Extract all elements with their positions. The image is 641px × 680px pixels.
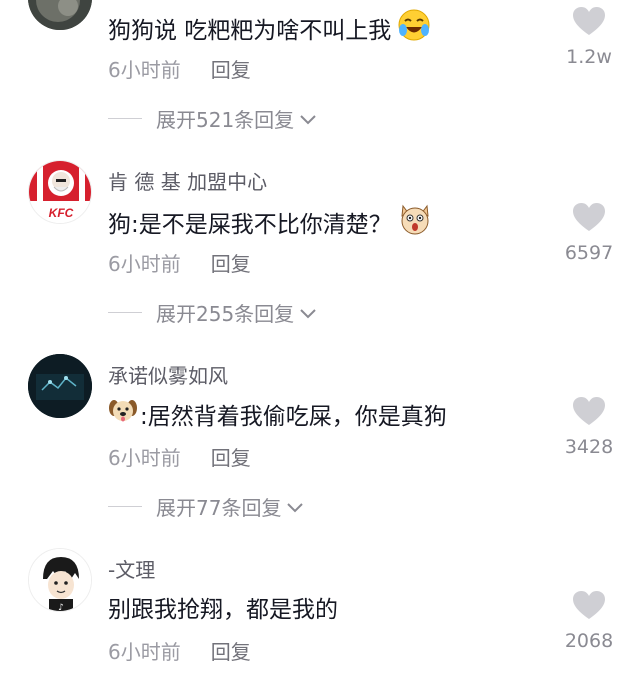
like-button[interactable]: 1.2w [559,6,619,68]
timestamp: 6小时前 [108,58,181,82]
reply-button[interactable]: 回复 [211,640,251,664]
heart-icon [573,397,605,425]
avatar[interactable] [28,354,92,418]
expand-replies-button[interactable]: 展开77条回复 [108,492,305,521]
like-button[interactable]: 6597 [559,202,619,264]
comment-meta: 6小时前 回复 [108,636,251,665]
expand-replies-button[interactable]: 展开255条回复 [108,298,318,327]
timestamp: 6小时前 [108,252,181,276]
avatar-image: ♪ [29,549,91,612]
chevron-down-icon [300,308,316,318]
comment-meta: 6小时前 回复 [108,248,251,277]
username[interactable]: 肯 德 基 加盟中心 [108,166,267,195]
avatar[interactable]: ♪ [28,548,92,612]
avatar[interactable]: KFC [28,160,92,224]
heart-icon [573,591,605,619]
dog-face-emoji-icon [108,396,138,432]
comment-text: 狗:是不是屎我不比你清楚？ [108,202,432,242]
timestamp: 6小时前 [108,446,181,470]
heart-icon [573,203,605,231]
like-count: 6597 [564,242,614,264]
like-count: 3428 [564,436,614,458]
avatar-image [28,354,92,418]
like-count: 2068 [564,630,614,652]
username[interactable]: 承诺似雾如风 [108,360,228,389]
username[interactable]: -文理 [108,554,155,583]
kfc-logo-icon: KFC [29,161,91,223]
like-button[interactable]: 3428 [559,396,619,458]
shocked-dog-emoji-icon [398,202,432,242]
like-button[interactable]: 2068 [559,590,619,652]
avatar-image [28,0,92,30]
laughing-crying-emoji-icon [397,8,431,48]
avatar[interactable] [28,0,92,30]
comment-text: :居然背着我偷吃屎，你是真狗 [108,396,447,432]
comment-text: 狗狗说 吃粑粑为啥不叫上我 [108,8,431,48]
heart-icon [573,7,605,35]
reply-button[interactable]: 回复 [211,58,251,82]
divider-line [108,118,142,119]
like-count: 1.2w [566,46,612,68]
svg-text:KFC: KFC [49,206,74,220]
reply-button[interactable]: 回复 [211,252,251,276]
chevron-down-icon [300,114,316,124]
comment-meta: 6小时前 回复 [108,442,251,471]
svg-text:♪: ♪ [58,603,64,612]
comment-meta: 6小时前 回复 [108,54,251,83]
expand-replies-button[interactable]: 展开521条回复 [108,104,318,133]
reply-button[interactable]: 回复 [211,446,251,470]
divider-line [108,312,142,313]
timestamp: 6小时前 [108,640,181,664]
divider-line [108,506,142,507]
comment-text: 别跟我抢翔，都是我的 [108,597,338,623]
chevron-down-icon [287,502,304,512]
